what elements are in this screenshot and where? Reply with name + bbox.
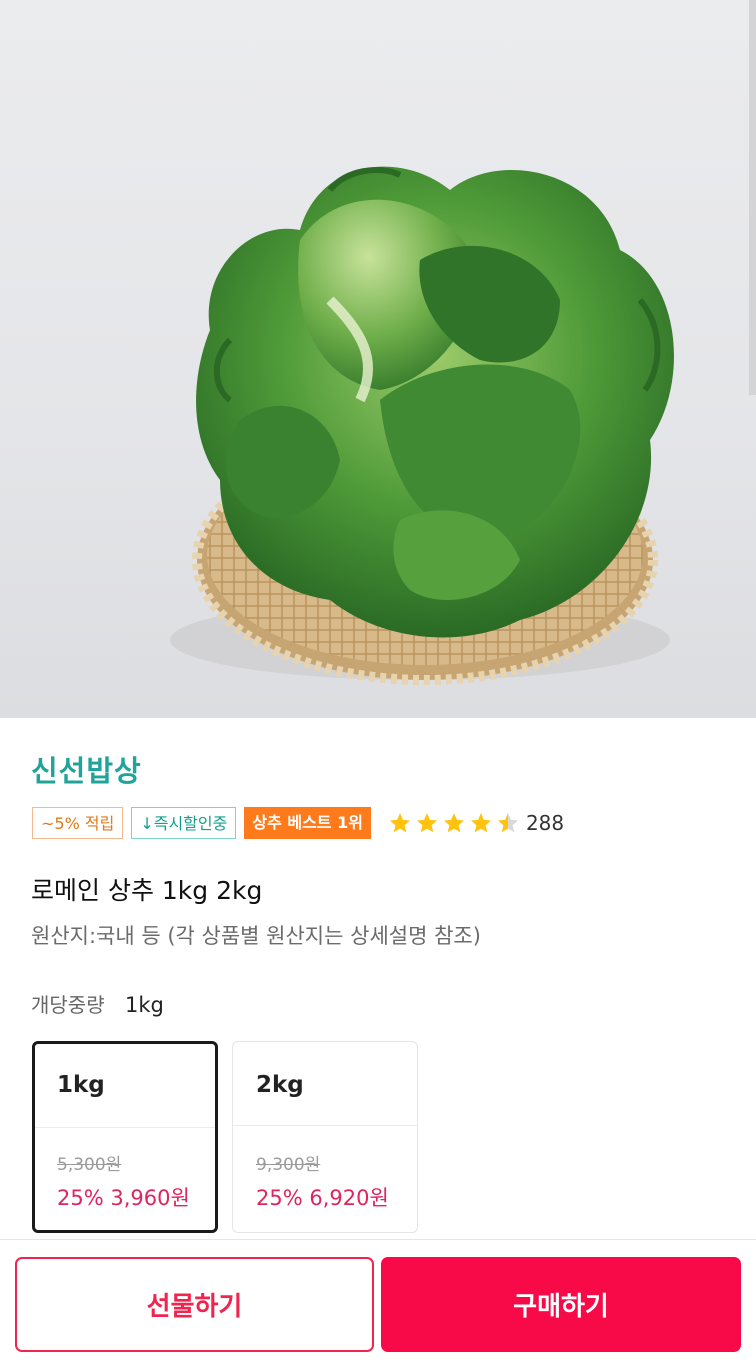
option-card-1kg[interactable]: 1kg 5,300원 25% 3,960원 [32,1041,218,1233]
star-icon [416,813,437,833]
bottom-action-bar: 선물하기 구매하기 [0,1239,756,1367]
product-title: 로메인 상추 1kg 2kg [31,876,263,905]
option-name: 1kg [57,1072,105,1098]
option-sale-price: 25% 3,960원 [57,1186,190,1210]
product-image[interactable] [0,0,756,718]
star-icon [389,813,410,833]
weight-info: 개당중량 1kg [31,989,164,1018]
origin-info: 원산지:국내 등 (각 상품별 원산지는 상세설명 참조) [31,924,481,948]
best-seller-badge: 상추 베스트 1위 [244,807,371,839]
weight-value: 1kg [124,993,164,1017]
image-scroll-indicator [749,0,756,395]
option-card-2kg[interactable]: 2kg 9,300원 25% 6,920원 [232,1041,418,1233]
badge-row: ~5% 적립 ↓즉시할인중 상추 베스트 1위 288 [32,806,564,840]
half-star-icon [497,813,518,833]
star-icon [443,813,464,833]
star-rating[interactable]: 288 [387,811,564,835]
gift-button[interactable]: 선물하기 [15,1257,374,1352]
seller-name[interactable]: 신선밥상 [31,748,142,790]
review-count[interactable]: 288 [526,811,564,835]
option-divider [35,1127,215,1128]
lettuce-photo [170,166,675,685]
option-original-price: 9,300원 [256,1155,321,1175]
option-original-price: 5,300원 [57,1155,122,1175]
discount-badge: ↓즉시할인중 [131,807,237,839]
option-sale-price: 25% 6,920원 [256,1186,389,1210]
star-icon [470,813,491,833]
points-badge: ~5% 적립 [32,807,124,839]
buy-button[interactable]: 구매하기 [381,1257,741,1352]
option-divider [233,1125,417,1126]
option-name: 2kg [256,1072,304,1098]
weight-label: 개당중량 [31,993,105,1017]
